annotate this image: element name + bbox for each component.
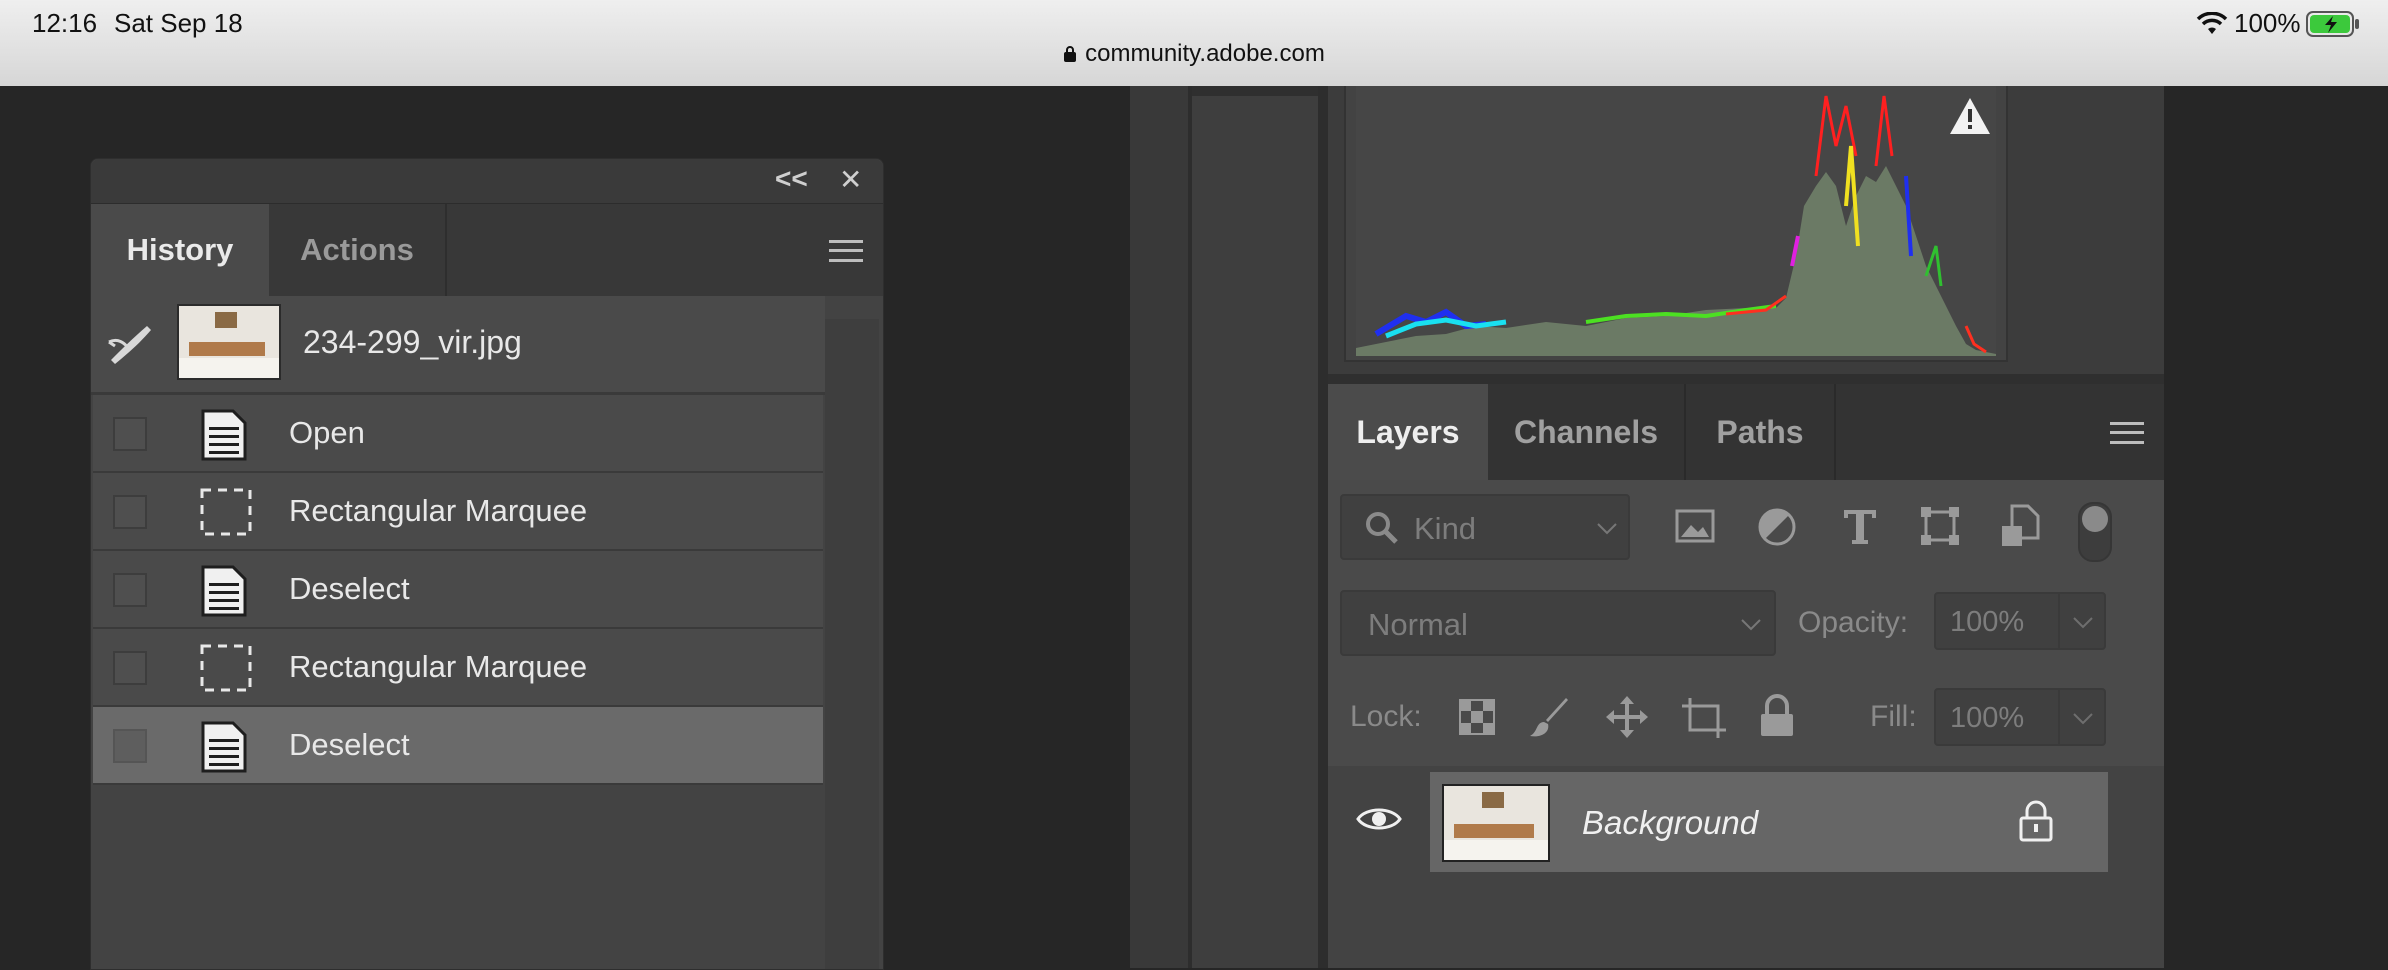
lock-artboard-icon[interactable] [1680,696,1728,740]
history-item[interactable]: Rectangular Marquee [93,473,823,551]
document-icon [201,721,247,773]
filter-toggle[interactable] [2078,502,2112,562]
opacity-value: 100% [1950,606,2025,638]
snapshot-source-checkbox[interactable] [113,417,147,451]
history-item[interactable]: Rectangular Marquee [93,629,823,707]
fill-label: Fill: [1870,700,1917,733]
panel-dock-strip [1130,86,1188,968]
blend-mode-value: Normal [1368,607,1468,642]
chevron-down-icon [1597,523,1617,535]
wifi-icon [2196,12,2228,34]
panel-dock-column [1192,86,1320,968]
lock-label: Lock: [1350,700,1422,733]
opacity-field[interactable]: 100% [1934,592,2106,650]
opacity-label: Opacity: [1798,606,1909,639]
snapshot-source-checkbox[interactable] [113,651,147,685]
chevron-down-icon[interactable] [2072,712,2094,726]
divider [1318,86,1328,968]
lock-all-icon[interactable] [1758,694,1796,738]
filter-type-icon[interactable] [1840,506,1880,546]
eye-icon[interactable] [1356,804,1402,834]
filter-adjustment-icon[interactable] [1756,506,1798,548]
layer-filter-row: Kind [1328,480,2164,579]
browser-status-bar: 12:16 Sat Sep 18 community.adobe.com 100… [0,0,2388,86]
snapshot-source-checkbox[interactable] [113,729,147,763]
tab-layers[interactable]: Layers [1328,384,1488,480]
layer-lock-icon[interactable] [2018,800,2054,842]
history-brush-icon[interactable] [107,320,157,366]
histogram-panel [1344,86,2008,362]
blend-opacity-row: Normal Opacity: 100% [1328,576,2164,673]
filter-shape-icon[interactable] [1918,504,1962,548]
divider [1328,374,2164,384]
history-item-label: Rectangular Marquee [289,649,588,684]
lock-position-icon[interactable] [1604,694,1650,740]
history-item-label: Rectangular Marquee [289,493,588,528]
right-panel-group: Layers Channels Paths Kind Normal Opacit… [1328,86,2164,968]
layers-tab-bar: Layers Channels Paths [1328,384,2164,480]
snapshot-thumbnail [177,304,281,380]
url-text: community.adobe.com [1085,40,1325,67]
tab-actions[interactable]: Actions [269,204,447,296]
search-icon [1366,512,1398,544]
layer-row-background[interactable]: Background [1430,772,2108,872]
layers-list: Background [1328,766,2164,968]
layer-name: Background [1582,804,1759,841]
collapse-icon[interactable]: << [775,163,808,195]
lock-transparent-pixels-icon[interactable] [1458,698,1496,736]
history-item-selected[interactable]: Deselect [93,707,823,785]
document-icon [201,409,247,461]
lock-image-pixels-icon[interactable] [1528,696,1572,740]
fill-field[interactable]: 100% [1934,688,2106,746]
history-panel: << ✕ History Actions 234-299_vir.jpg Ope… [90,158,884,970]
panel-menu-icon[interactable] [2110,422,2144,444]
chevron-down-icon [1741,619,1761,631]
status-time: 12:16 [32,8,98,38]
marquee-icon [200,488,252,536]
lock-icon [1064,46,1077,62]
marquee-icon [200,644,252,692]
snapshot-source-checkbox[interactable] [113,495,147,529]
history-item[interactable]: Open [93,395,823,473]
toggle-knob [2082,506,2108,532]
panel-header: << ✕ [91,159,883,204]
lock-fill-row: Lock: Fill: 100% [1328,670,2164,769]
filter-kind-label: Kind [1414,511,1477,546]
tab-channels[interactable]: Channels [1488,384,1686,480]
battery-percent: 100% [2234,8,2301,38]
filter-kind-select[interactable]: Kind [1340,494,1630,560]
fill-value: 100% [1950,702,2025,734]
battery-icon [2306,11,2359,37]
history-item-label: Deselect [289,727,410,762]
tab-history[interactable]: History [91,204,269,296]
snapshot-source-checkbox[interactable] [113,573,147,607]
tab-paths[interactable]: Paths [1686,384,1836,480]
history-item[interactable]: Deselect [93,551,823,629]
snapshot-row[interactable]: 234-299_vir.jpg [91,296,825,395]
document-icon [201,565,247,617]
history-item-label: Deselect [289,571,410,606]
blend-mode-select[interactable]: Normal [1340,590,1776,656]
scrollbar-track[interactable] [825,319,879,969]
snapshot-name: 234-299_vir.jpg [303,324,522,360]
tab-bar: History Actions [91,204,883,296]
chevron-down-icon[interactable] [2072,616,2094,630]
histogram-graph [1356,86,1996,356]
history-item-label: Open [289,415,365,450]
canvas-background [2164,86,2388,968]
visibility-cell[interactable] [1328,772,1428,872]
close-icon[interactable]: ✕ [839,163,862,196]
filter-smart-object-icon[interactable] [2000,504,2040,548]
filter-pixel-icon[interactable] [1674,506,1716,546]
layer-thumbnail [1442,784,1550,862]
address-bar[interactable]: community.adobe.com [0,40,2388,68]
status-date: Sat Sep 18 [114,8,243,38]
panel-menu-icon[interactable] [829,240,863,262]
warning-icon[interactable] [1948,96,1992,136]
